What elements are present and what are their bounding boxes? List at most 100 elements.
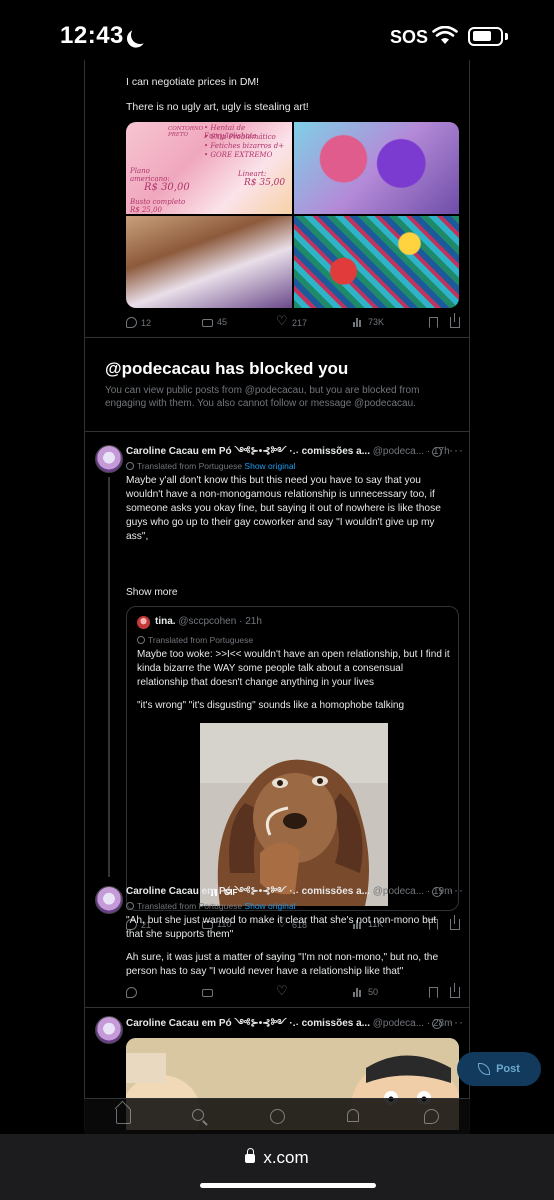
home-indicator[interactable]: [200, 1183, 376, 1188]
timeline[interactable]: I can negotiate prices in DM! There is n…: [84, 60, 470, 1130]
focus-moon-icon: [128, 23, 151, 46]
like-button[interactable]: 217: [276, 313, 308, 329]
quote-text: "it's wrong" "it's disgusting" sounds li…: [137, 700, 405, 711]
grok-icon[interactable]: [432, 1019, 442, 1029]
show-more-link[interactable]: Show more: [126, 586, 456, 600]
art-text: • Fetiches bizarros d+: [204, 142, 285, 150]
grok-nav-icon[interactable]: [270, 1109, 285, 1124]
grok-icon[interactable]: [432, 447, 442, 457]
search-icon[interactable]: [192, 1109, 204, 1121]
reply-count: 12: [141, 317, 152, 328]
blocked-description: You can view public posts from @podecaca…: [105, 385, 420, 409]
translated-label: Translated from Portuguese: [137, 901, 243, 911]
author-name[interactable]: Caroline Cacau em Pó ༺⊱•⊰༻ ·.˖ comissões…: [126, 886, 370, 897]
psychedelic-art-image[interactable]: [293, 122, 459, 214]
quote-avatar[interactable]: [137, 616, 150, 629]
repost-button[interactable]: 45: [202, 317, 227, 327]
character-art-image[interactable]: [126, 216, 292, 308]
art-text: Busto completo: [130, 198, 186, 206]
translated-label: Translated from Portuguese: [137, 461, 243, 471]
author-name[interactable]: Caroline Cacau em Pó ༺⊱•⊰༻ ·.˖ comissões…: [126, 446, 370, 457]
avatar[interactable]: [95, 445, 123, 473]
avatar[interactable]: [95, 1016, 123, 1044]
reply-icon: [126, 987, 137, 998]
author-name[interactable]: Caroline Cacau em Pó ༺⊱•⊰༻ ·.˖ comissões…: [126, 1018, 370, 1029]
more-options-icon[interactable]: ···: [449, 1015, 464, 1029]
post-header: Caroline Cacau em Pó ༺⊱•⊰༻ ·.˖ comissões…: [126, 885, 452, 899]
post-actions: 12 45 217 73K: [126, 313, 460, 333]
battery-icon: [468, 27, 503, 46]
translation-note: Translated from Portuguese Show original: [126, 461, 295, 471]
show-original-link[interactable]: Show original: [244, 461, 295, 471]
repost-icon: [202, 319, 213, 327]
bookmark-icon: [429, 317, 438, 328]
post-header: Caroline Cacau em Pó ༺⊱•⊰༻ ·.˖ comissões…: [126, 1017, 452, 1031]
bookmark-icon: [429, 987, 438, 998]
quote-header: tina. @sccpcohen · 21h: [155, 616, 262, 627]
commission-art-image[interactable]: CONTORNO PRETO • Hentai de Furry/lolisho…: [126, 122, 292, 214]
dog-gif[interactable]: GIF: [200, 723, 388, 906]
reply-icon: [126, 317, 137, 328]
art-text: • GORE EXTREMO: [204, 151, 273, 159]
heart-icon: [276, 313, 288, 329]
bookmark-button[interactable]: [429, 317, 438, 328]
views-icon: [353, 987, 364, 997]
views-count: 50: [368, 987, 379, 997]
post-text: "Ah, but she just wanted to make it clea…: [126, 915, 437, 940]
home-icon[interactable]: [116, 1109, 131, 1124]
thread-connector: [108, 477, 110, 877]
art-text: R$ 35,00: [244, 178, 286, 188]
avatar[interactable]: [95, 886, 123, 914]
compose-post-label: Post: [496, 1063, 520, 1075]
art-text: Lineart:: [238, 170, 267, 178]
bell-icon[interactable]: [347, 1109, 359, 1122]
share-button[interactable]: [450, 983, 460, 998]
translation-note: Translated from Portuguese Show original: [126, 901, 295, 911]
like-button[interactable]: [276, 983, 288, 999]
quote-author-handle[interactable]: @sccpcohen · 21h: [178, 616, 262, 627]
show-original-link[interactable]: Show original: [244, 901, 295, 911]
dog-gif-illustration: [200, 723, 388, 906]
repost-count: 45: [217, 317, 228, 327]
views-icon: [353, 317, 364, 327]
reply-button[interactable]: 12: [126, 317, 151, 328]
wifi-icon: [432, 26, 458, 44]
post-text-line: I can negotiate prices in DM!: [126, 76, 260, 88]
bookmark-button[interactable]: [429, 987, 438, 998]
reply-button[interactable]: [126, 987, 137, 998]
more-options-icon[interactable]: ···: [449, 883, 464, 897]
browser-address-bar[interactable]: x.com: [0, 1134, 554, 1200]
translate-icon: [137, 636, 145, 644]
messages-icon[interactable]: [424, 1109, 439, 1124]
translated-label: Translated from Portuguese: [148, 635, 254, 645]
post-commission-sheet[interactable]: I can negotiate prices in DM! There is n…: [85, 60, 469, 338]
post-thread-2[interactable]: Caroline Cacau em Pó ༺⊱•⊰༻ ·.˖ comissões…: [85, 883, 469, 1007]
colorful-art-image[interactable]: [293, 216, 459, 308]
like-count: 217: [292, 317, 308, 328]
more-options-icon[interactable]: ···: [449, 443, 464, 457]
compose-post-button[interactable]: Post: [457, 1052, 541, 1086]
repost-button[interactable]: [202, 987, 213, 997]
views-button[interactable]: 73K: [353, 317, 384, 327]
grok-icon[interactable]: [432, 887, 442, 897]
repost-icon: [202, 989, 213, 997]
views-button[interactable]: 50: [353, 987, 378, 997]
heart-icon: [276, 983, 288, 999]
blocked-notice: @podecacau has blocked you You can view …: [85, 339, 469, 432]
quote-text: Maybe too woke: >>I<< wouldn't have an o…: [137, 649, 450, 688]
art-text: CONTORNO PRETO: [168, 126, 204, 138]
quote-author-name[interactable]: tina.: [155, 616, 176, 627]
art-text: R$ 30,00: [144, 182, 190, 193]
quoted-post[interactable]: tina. @sccpcohen · 21h Translated from P…: [126, 606, 459, 911]
post-text: Maybe y'all don't know this but this nee…: [126, 475, 441, 542]
translate-icon: [126, 462, 134, 470]
feather-icon: [478, 1063, 491, 1075]
battery-tip: [505, 33, 508, 40]
art-text: Plano americano:: [130, 167, 170, 183]
lock-icon: [245, 1148, 256, 1163]
post-thread-1[interactable]: Caroline Cacau em Pó ༺⊱•⊰༻ ·.˖ comissões…: [85, 433, 469, 931]
post-media-grid[interactable]: CONTORNO PRETO • Hentai de Furry/lolisho…: [126, 122, 459, 308]
post-header: Caroline Cacau em Pó ༺⊱•⊰༻ ·.˖ comissões…: [126, 445, 450, 459]
url-display[interactable]: x.com: [0, 1148, 554, 1168]
share-button[interactable]: [450, 313, 460, 328]
